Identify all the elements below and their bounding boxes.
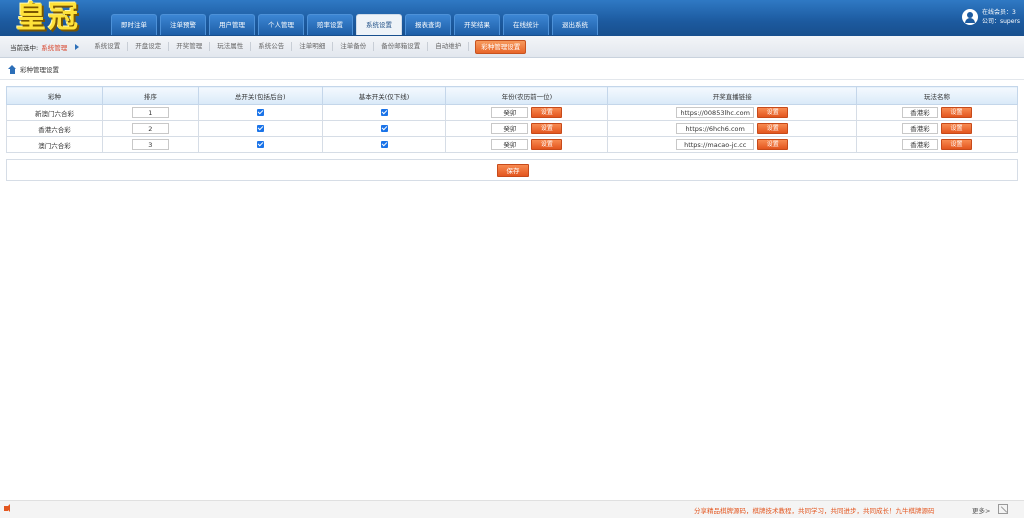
nav-tab-personal-management[interactable]: 个人管理 [258,14,304,35]
year-input[interactable]: 癸卯 [491,123,529,134]
col-header-basic-switch: 基本开关(仅下线) [321,86,447,105]
order-input[interactable]: 2 [131,123,169,134]
basic-switch-checkbox[interactable] [380,125,388,132]
lottery-name: 香港六合彩 [6,120,103,137]
play-set-button[interactable]: 设置 [941,123,973,134]
order-input[interactable]: 3 [131,139,169,150]
logo: 皇冠 [16,0,80,35]
play-name-input[interactable]: 香港彩 [902,123,939,134]
breadcrumb: 彩种管理设置 [8,64,59,74]
subnav-item-open-settings[interactable]: 开盘设定 [128,42,170,51]
lottery-name: 澳门六合彩 [6,136,103,153]
resize-icon[interactable] [998,504,1008,514]
arrow-right-icon [75,43,80,50]
marquee-notice[interactable]: 分享精品棋牌源码，棋牌技术教程，共同学习，共同进步，共同成长！九牛棋牌源码 [694,505,935,515]
play-name-input[interactable]: 香港彩 [902,139,939,150]
col-header-total-switch: 总开关(包括后台) [197,86,323,105]
speaker-icon [4,504,10,512]
live-link-input[interactable]: https://00853lhc.com [676,107,755,118]
year-set-button[interactable]: 设置 [531,123,563,134]
user-info: 在线会员：3 公司：supers [961,8,1020,26]
year-set-button[interactable]: 设置 [531,107,563,118]
play-name-input[interactable]: 香港彩 [902,107,939,118]
nav-tab-logout[interactable]: 退出系统 [552,14,598,35]
subnav-item-lottery-management[interactable]: 彩种管理设置 [475,39,527,54]
nav-tab-online-stats[interactable]: 在线统计 [503,14,549,35]
col-header-play-name: 玩法名称 [856,86,1018,105]
nav-tab-user-management[interactable]: 用户管理 [209,14,255,35]
nav-tab-report-query[interactable]: 报表查询 [405,14,451,35]
subnav-item-auto-maintain[interactable]: 自动维护 [428,42,470,51]
table-header-row: 彩种 排序 总开关(包括后台) 基本开关(仅下线) 年份(农历前一位) 开奖直播… [6,86,1018,105]
total-switch-checkbox[interactable] [256,141,264,148]
online-count: 在线会员：3 [981,9,1016,16]
home-icon[interactable] [8,64,17,74]
lottery-name: 新澳门六合彩 [6,104,103,121]
lottery-table: 彩种 排序 总开关(包括后台) 基本开关(仅下线) 年份(农历前一位) 开奖直播… [6,86,1018,153]
total-switch-checkbox[interactable] [256,109,264,116]
subnav-item-system-notice[interactable]: 系统公告 [251,42,293,51]
subnav-item-system-settings[interactable]: 系统设置 [87,42,129,51]
footer-bar: 分享精品棋牌源码，棋牌技术教程，共同学习，共同进步，共同成长！九牛棋牌源码 更多… [0,500,1024,518]
nav-tab-order-alert[interactable]: 注单预警 [160,14,206,35]
current-label: 当前选中: [10,43,39,52]
table-row: 香港六合彩 2 癸卯 设置 https://6hch6.com 设置 香港彩 设置 [6,120,1018,137]
col-header-lottery: 彩种 [6,86,103,105]
year-input[interactable]: 癸卯 [491,139,529,150]
subnav-item-order-details[interactable]: 注单明细 [292,42,334,51]
basic-switch-checkbox[interactable] [380,141,388,148]
main-nav: 即时注单 注单预警 用户管理 个人管理 赔率设置 系统设置 报表查询 开奖结果 … [111,14,601,35]
year-input[interactable]: 癸卯 [491,107,529,118]
nav-tab-draw-results[interactable]: 开奖结果 [454,14,500,35]
total-switch-checkbox[interactable] [256,125,264,132]
header-bar: 皇冠 即时注单 注单预警 用户管理 个人管理 赔率设置 系统设置 报表查询 开奖… [0,0,1024,36]
user-avatar-icon [961,9,978,25]
link-set-button[interactable]: 设置 [757,107,789,118]
current-value: 系统管理 [41,43,68,52]
sub-nav: 当前选中: 系统管理 系统设置 开盘设定 开奖管理 玩法属性 系统公告 注单明细… [0,36,1024,58]
nav-tab-odds-settings[interactable]: 赔率设置 [307,14,353,35]
play-set-button[interactable]: 设置 [941,107,973,118]
col-header-year: 年份(农历前一位) [445,86,609,105]
subnav-item-order-backup[interactable]: 注单备份 [333,42,375,51]
table-row: 新澳门六合彩 1 癸卯 设置 https://00853lhc.com 设置 香港彩… [6,104,1018,121]
subnav-item-backup-email[interactable]: 备份邮箱设置 [374,42,429,51]
live-link-input[interactable]: https://6hch6.com [676,123,755,134]
breadcrumb-label: 彩种管理设置 [20,66,59,74]
link-set-button[interactable]: 设置 [757,123,789,134]
col-header-order: 排序 [101,86,199,105]
more-link[interactable]: 更多> [972,505,990,515]
subnav-item-draw-management[interactable]: 开奖管理 [169,42,211,51]
link-set-button[interactable]: 设置 [757,139,789,150]
save-panel: 保存 [6,159,1018,181]
subnav-item-play-attributes[interactable]: 玩法属性 [210,42,252,51]
year-set-button[interactable]: 设置 [531,139,563,150]
table-row: 澳门六合彩 3 癸卯 设置 https://macao-jc.cc 设置 香港彩 设置 [6,136,1018,153]
nav-tab-system-settings[interactable]: 系统设置 [356,14,402,35]
divider [0,79,1024,80]
order-input[interactable]: 1 [131,107,169,118]
basic-switch-checkbox[interactable] [380,109,388,116]
live-link-input[interactable]: https://macao-jc.cc [676,139,755,150]
play-set-button[interactable]: 设置 [941,139,973,150]
nav-tab-instant-orders[interactable]: 即时注单 [111,14,157,35]
account-name: 公司：supers [981,18,1020,25]
col-header-live-link: 开奖直播链接 [607,86,858,105]
save-button[interactable]: 保存 [497,164,529,177]
